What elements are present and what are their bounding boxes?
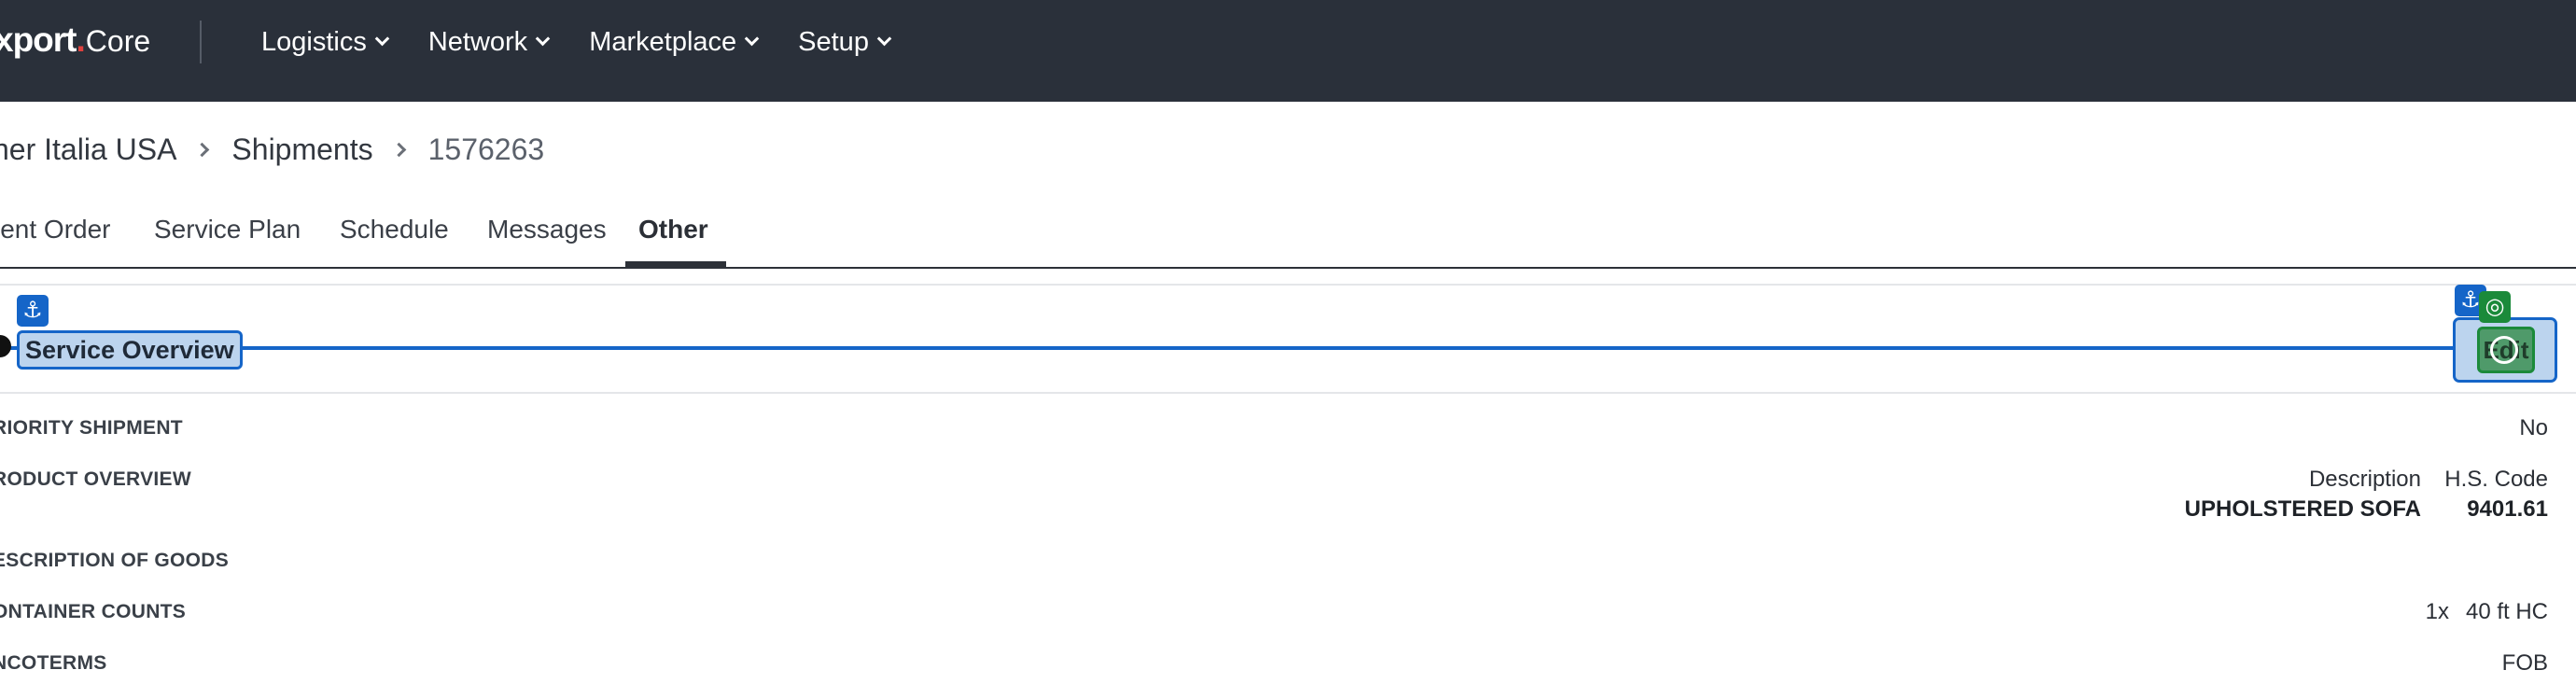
breadcrumb-company[interactable]: her Italia USA bbox=[0, 133, 176, 167]
tab-other[interactable]: Other bbox=[638, 215, 708, 244]
hs-code-value: 9401.61 bbox=[2467, 496, 2548, 522]
anchor-icon: ⚓ bbox=[17, 295, 49, 327]
priority-shipment-value: No bbox=[2519, 415, 2548, 440]
logo-divider bbox=[200, 21, 202, 63]
nav-marketplace[interactable]: Marketplace bbox=[589, 26, 760, 58]
priority-shipment-label: RIORITY SHIPMENT bbox=[0, 417, 183, 439]
breadcrumb: her Italia USA Shipments 1576263 bbox=[0, 129, 544, 170]
nav-network[interactable]: Network bbox=[427, 26, 551, 58]
logo-dot: . bbox=[76, 21, 86, 59]
incoterms-label: NCOTERMS bbox=[0, 652, 107, 674]
section-header bbox=[0, 284, 2576, 394]
nav-setup[interactable]: Setup bbox=[798, 26, 892, 58]
app-logo[interactable]: xport. Core bbox=[0, 21, 150, 63]
target-icon: ◎ bbox=[2479, 291, 2511, 323]
chevron-down-icon bbox=[876, 31, 892, 46]
incoterms-value: FOB bbox=[2501, 650, 2548, 676]
main-nav: Logistics Network Marketplace Setup bbox=[261, 0, 931, 84]
description-of-goods-label: ESCRIPTION OF GOODS bbox=[0, 550, 230, 571]
hs-code-column-header: H.S. Code bbox=[2444, 467, 2548, 492]
tab-client-order[interactable]: ient Order bbox=[0, 215, 111, 244]
logo-brand: xport bbox=[0, 21, 77, 59]
nav-setup-label: Setup bbox=[798, 26, 869, 57]
chevron-down-icon bbox=[374, 31, 390, 46]
annotation-line bbox=[0, 346, 2483, 350]
container-count-value: 1x bbox=[2425, 599, 2449, 624]
tab-bar: ient Order Service Plan Schedule Message… bbox=[0, 198, 2576, 269]
product-overview-label: RODUCT OVERVIEW bbox=[0, 468, 191, 490]
chevron-right-icon bbox=[195, 142, 210, 157]
tab-messages[interactable]: Messages bbox=[487, 215, 607, 244]
chevron-right-icon bbox=[391, 142, 406, 157]
nav-logistics[interactable]: Logistics bbox=[261, 26, 390, 58]
tab-schedule[interactable]: Schedule bbox=[340, 215, 449, 244]
container-type-value: 40 ft HC bbox=[2465, 599, 2548, 624]
nav-marketplace-label: Marketplace bbox=[589, 26, 737, 57]
nav-network-label: Network bbox=[427, 26, 528, 57]
breadcrumb-shipments[interactable]: Shipments bbox=[231, 133, 372, 167]
chevron-down-icon bbox=[744, 31, 760, 46]
tab-service-plan[interactable]: Service Plan bbox=[154, 215, 301, 244]
section-title: Service Overview bbox=[17, 330, 243, 370]
breadcrumb-shipment-id: 1576263 bbox=[427, 132, 545, 166]
chevron-down-icon bbox=[535, 31, 551, 46]
active-tab-indicator bbox=[625, 261, 726, 267]
logo-product: Core bbox=[85, 24, 151, 58]
top-navigation-bar: xport. Core Logistics Network Marketplace… bbox=[0, 0, 2576, 102]
target-ring-icon bbox=[2490, 336, 2518, 364]
container-counts-label: ONTAINER COUNTS bbox=[0, 601, 187, 622]
product-description-value: UPHOLSTERED SOFA bbox=[2184, 496, 2421, 522]
nav-logistics-label: Logistics bbox=[261, 26, 367, 57]
description-column-header: Description bbox=[2308, 467, 2421, 492]
